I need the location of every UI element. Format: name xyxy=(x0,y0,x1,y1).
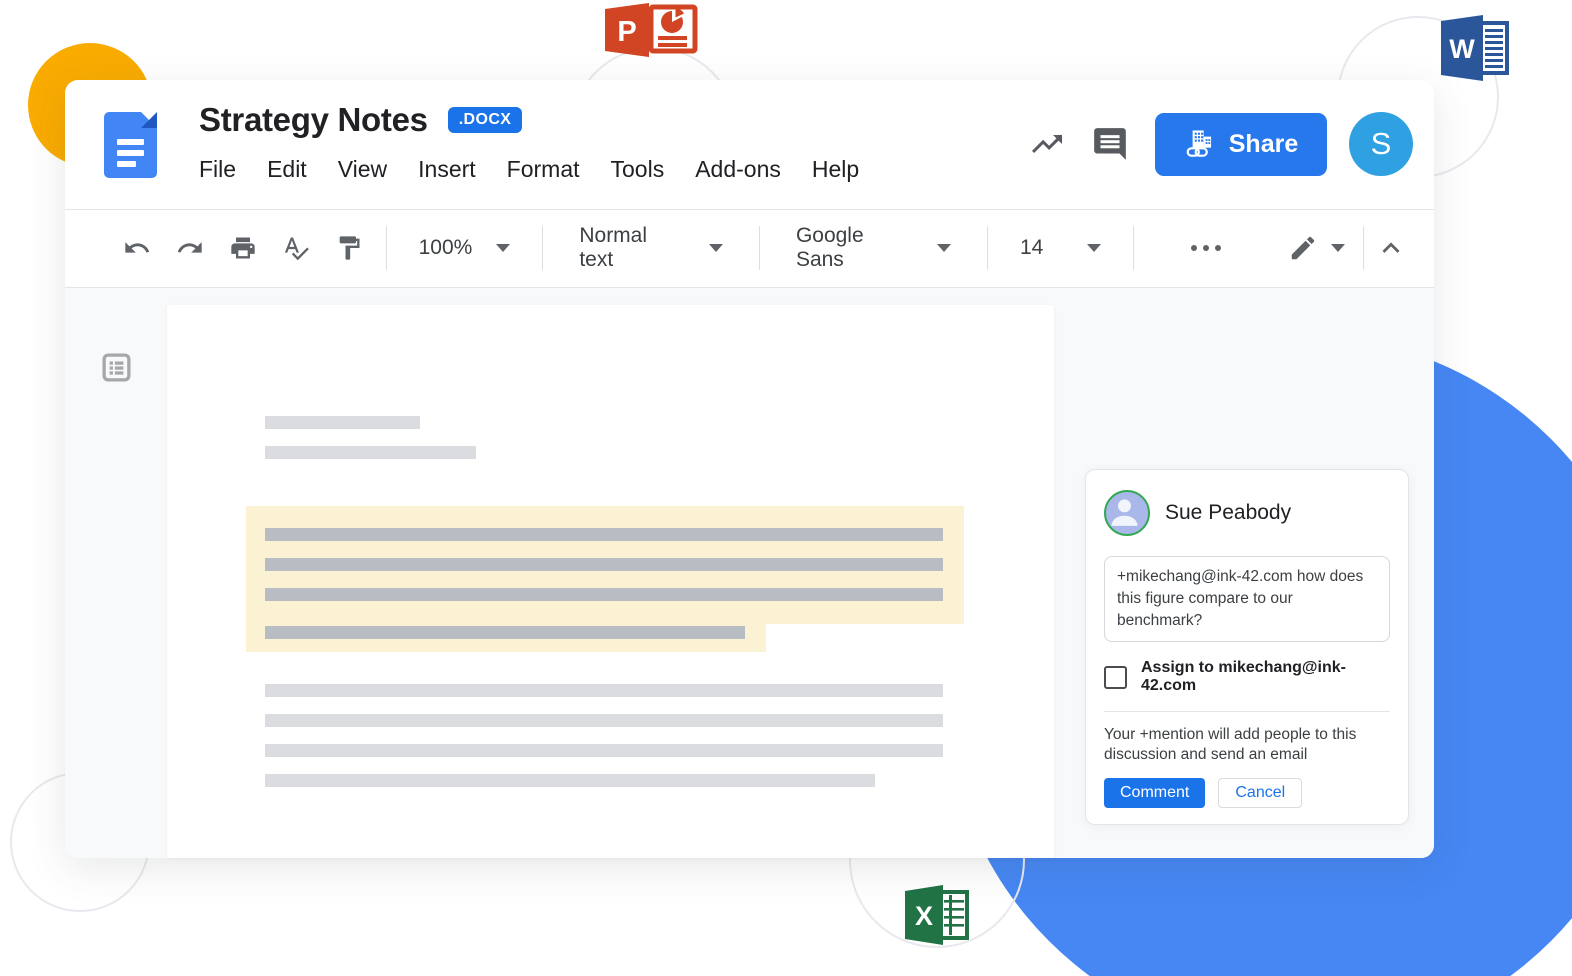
comment-button[interactable]: Comment xyxy=(1104,778,1206,808)
commenter-name: Sue Peabody xyxy=(1165,501,1292,524)
window-header: Strategy Notes .DOCX File Edit View Inse… xyxy=(65,80,1434,210)
powerpoint-letter: P xyxy=(617,16,636,48)
collapse-toolbar-button[interactable] xyxy=(1374,231,1408,265)
editing-mode-button[interactable] xyxy=(1288,233,1345,263)
account-avatar[interactable]: S xyxy=(1349,112,1413,176)
menu-item-insert[interactable]: Insert xyxy=(418,156,476,183)
divider xyxy=(1104,711,1390,712)
text-placeholder-line xyxy=(265,558,943,571)
document-title[interactable]: Strategy Notes xyxy=(199,101,428,139)
assign-checkbox-label: Assign to mikechang@ink-42.com xyxy=(1141,659,1346,694)
chevron-down-icon xyxy=(496,244,511,252)
menu-bar: File Edit View Insert Format Tools Add-o… xyxy=(199,156,859,183)
docs-window: Strategy Notes .DOCX File Edit View Inse… xyxy=(65,80,1434,858)
text-placeholder-line xyxy=(265,744,943,757)
file-type-badge: .DOCX xyxy=(447,107,523,133)
document-canvas: Sue Peabody +mikechang@ink-42.com how do… xyxy=(65,288,1434,858)
document-page[interactable] xyxy=(167,305,1054,858)
avatar-initial: S xyxy=(1370,126,1392,161)
font-size-value: 14 xyxy=(1019,236,1044,259)
chevron-down-icon xyxy=(1330,244,1345,252)
comment-history-icon[interactable] xyxy=(1091,125,1129,163)
redo-icon[interactable] xyxy=(163,224,216,272)
font-size-select[interactable]: 14 xyxy=(998,236,1123,260)
chevron-down-icon xyxy=(936,244,951,252)
menu-item-edit[interactable]: Edit xyxy=(267,156,307,183)
text-placeholder-line xyxy=(265,684,943,697)
text-placeholder-line xyxy=(265,446,476,459)
menu-item-file[interactable]: File xyxy=(199,156,236,183)
text-placeholder-line xyxy=(265,626,745,639)
paragraph-style-select[interactable]: Normal text xyxy=(553,224,749,272)
cancel-button[interactable]: Cancel xyxy=(1218,778,1303,808)
chevron-down-icon xyxy=(1087,244,1102,252)
paint-format-icon[interactable] xyxy=(323,224,376,272)
text-placeholder-line xyxy=(265,528,943,541)
comment-text-input[interactable]: +mikechang@ink-42.com how does this figu… xyxy=(1104,556,1390,642)
menu-item-tools[interactable]: Tools xyxy=(611,156,665,183)
zoom-value: 100% xyxy=(418,236,473,259)
share-button-label: Share xyxy=(1228,129,1299,158)
formatting-toolbar: 100% Normal text Google Sans 14 xyxy=(65,209,1434,288)
paragraph-style-value: Normal text xyxy=(579,224,648,271)
spellcheck-icon[interactable] xyxy=(269,224,322,272)
chevron-up-icon xyxy=(1382,242,1400,253)
share-button[interactable]: Share xyxy=(1155,112,1327,176)
google-docs-icon xyxy=(104,112,157,178)
menu-item-view[interactable]: View xyxy=(338,156,387,183)
word-letter: W xyxy=(1449,34,1475,64)
trending-up-icon[interactable] xyxy=(1029,126,1065,162)
comment-card: Sue Peabody +mikechang@ink-42.com how do… xyxy=(1085,469,1409,825)
chevron-down-icon xyxy=(708,244,723,252)
word-icon: W xyxy=(1441,13,1511,88)
text-placeholder-line xyxy=(265,774,875,787)
commenter-avatar xyxy=(1104,490,1150,536)
page: P W X Strategy Notes .DOCX File Edit Vie… xyxy=(0,0,1572,976)
text-placeholder-line xyxy=(265,416,420,429)
text-placeholder-line xyxy=(265,588,943,601)
print-icon[interactable] xyxy=(216,224,269,272)
share-link-icon xyxy=(1186,130,1211,157)
text-placeholder-line xyxy=(265,714,943,727)
menu-item-format[interactable]: Format xyxy=(507,156,580,183)
zoom-select[interactable]: 100% xyxy=(397,236,533,260)
excel-icon: X xyxy=(905,884,971,951)
pen-icon xyxy=(1291,236,1315,260)
font-select[interactable]: Google Sans xyxy=(770,224,977,272)
assign-checkbox[interactable] xyxy=(1104,665,1127,689)
menu-item-help[interactable]: Help xyxy=(812,156,859,183)
mention-hint-text: Your +mention will add people to this di… xyxy=(1104,726,1357,763)
document-outline-icon[interactable] xyxy=(100,351,133,389)
more-options-icon[interactable] xyxy=(1184,245,1228,251)
excel-letter: X xyxy=(915,901,933,931)
font-name-value: Google Sans xyxy=(795,224,864,271)
undo-icon[interactable] xyxy=(110,224,163,272)
powerpoint-icon: P xyxy=(605,2,701,63)
menu-item-addons[interactable]: Add-ons xyxy=(695,156,781,183)
